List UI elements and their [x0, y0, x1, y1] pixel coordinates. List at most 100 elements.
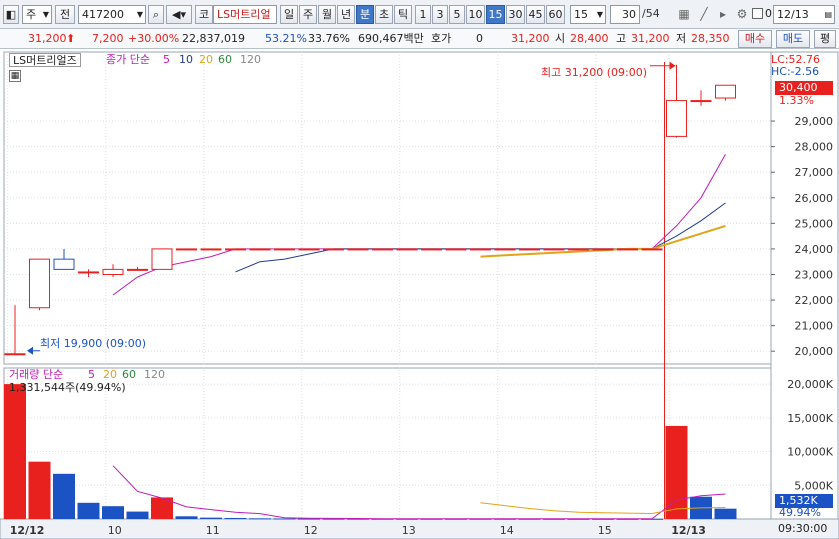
open-label: 시: [555, 32, 566, 45]
date-value: 12/13: [777, 8, 809, 21]
market-select-value: 주: [26, 8, 37, 21]
draw-line-icon[interactable]: ╱: [696, 6, 712, 22]
trade-amount: 690,467백만: [358, 32, 424, 45]
volume-bar: [273, 518, 296, 520]
candle-body: [274, 248, 295, 251]
candle-body: [151, 248, 173, 270]
vol-legend-ma5: 5: [88, 368, 95, 381]
code-input-value: 417200: [82, 8, 124, 21]
buy-button[interactable]: 매수: [738, 30, 772, 48]
search-button[interactable]: ⌕: [148, 5, 164, 24]
candle-body: [347, 248, 369, 251]
time-axis: [0, 518, 839, 539]
candle-body: [78, 271, 99, 274]
volume-bar: [200, 517, 222, 519]
minute-button-3[interactable]: 3: [432, 5, 448, 24]
candle-body: [617, 248, 638, 251]
current-price: 31,200: [28, 32, 67, 45]
period-button-분[interactable]: 분: [356, 5, 374, 24]
high-annotation: 최고 31,200 (09:00): [541, 66, 648, 79]
hc-label: HC:-2.56: [771, 65, 820, 78]
vol-legend-ma60: 60: [122, 368, 136, 381]
price-legend-label: 종가 단순: [106, 53, 150, 66]
up-arrow-icon: ⬆: [66, 32, 76, 45]
ask-price: 31,200: [511, 32, 550, 45]
minute-button-60[interactable]: 60: [546, 5, 565, 24]
price-tick-label: 24,000: [795, 243, 834, 256]
period-button-년[interactable]: 년: [337, 5, 355, 24]
type-label[interactable]: 코: [195, 5, 213, 24]
period-button-월[interactable]: 월: [318, 5, 336, 24]
date-input[interactable]: 12/13 ▤: [773, 5, 835, 24]
low-annotation: 최저 19,900 (09:00): [40, 337, 147, 350]
volume-bar: [126, 511, 149, 519]
candle-body: [53, 258, 75, 270]
candle-body: [298, 248, 320, 251]
period-button-틱[interactable]: 틱: [394, 5, 412, 24]
vol-legend-ma20: 20: [103, 368, 117, 381]
current-price-tag: 30,400: [775, 81, 833, 95]
time-label: 12/13: [671, 524, 706, 537]
pointer-icon[interactable]: ▸: [715, 6, 731, 22]
price-tick-label: 27,000: [795, 166, 834, 179]
candle-body: [421, 248, 442, 251]
minute-button-5[interactable]: 5: [449, 5, 465, 24]
minute-button-10[interactable]: 10: [466, 5, 485, 24]
volume-tick-label: 15,000K: [787, 412, 833, 425]
period-button-초[interactable]: 초: [375, 5, 393, 24]
candle-body: [29, 258, 50, 309]
price-volume-chart[interactable]: 20,000 21,000 22,000 23,000 24,000 25,000 26,0…: [0, 50, 839, 539]
candle-body: [127, 268, 148, 271]
sell-button[interactable]: 매도: [776, 30, 810, 48]
volume-bar: [77, 502, 100, 519]
time-label: 12/12: [10, 524, 45, 537]
price-tick-label: 28,000: [795, 141, 834, 154]
price-tick-label: 25,000: [795, 217, 834, 230]
candle-body: [494, 248, 516, 251]
minute-button-15[interactable]: 15: [486, 5, 505, 24]
price-panel: [3, 51, 772, 365]
eval-button[interactable]: 평: [814, 30, 836, 48]
candle-body: [4, 353, 26, 356]
calculator-icon[interactable]: ▦: [9, 70, 21, 82]
market-mode-button[interactable]: 전: [55, 5, 75, 24]
gear-icon[interactable]: ⚙: [734, 6, 750, 22]
time-label: 14: [500, 524, 514, 537]
current-time: 09:30:00: [778, 522, 828, 535]
minute-button-45[interactable]: 45: [526, 5, 545, 24]
market-select[interactable]: 주 ▼: [22, 5, 52, 24]
candle-body: [543, 248, 565, 251]
checkbox[interactable]: [752, 8, 763, 19]
period-button-일[interactable]: 일: [280, 5, 298, 24]
volume-bar: [102, 506, 124, 519]
low-label: 저: [676, 32, 687, 45]
candle-body: [568, 248, 589, 251]
candle-body: [372, 248, 393, 251]
legend-ma10: 10: [179, 53, 193, 66]
stock-name-tag[interactable]: LS머트리얼즈: [9, 53, 81, 67]
speaker-button[interactable]: ◀▾: [166, 5, 192, 24]
stock-name[interactable]: LS머트리얼: [213, 5, 277, 24]
ratio2: 33.76%: [308, 32, 350, 45]
search-icon: ⌕: [152, 8, 160, 21]
volume-bar: [53, 473, 75, 519]
low-price: 28,350: [691, 32, 730, 45]
minute-button-30[interactable]: 30: [506, 5, 525, 24]
high-price: 31,200: [631, 32, 670, 45]
interval-select[interactable]: 15 ▼: [570, 5, 606, 24]
interval-value: 15: [574, 8, 588, 21]
volume-bar: [224, 517, 247, 519]
candle-body: [445, 248, 467, 251]
code-input[interactable]: 417200 ▼: [78, 5, 146, 24]
volume-tick-label: 5,000K: [794, 479, 833, 492]
period-button-주[interactable]: 주: [299, 5, 317, 24]
count-input[interactable]: 30: [610, 5, 640, 24]
high-label: 고: [616, 32, 627, 45]
time-label: 13: [402, 524, 416, 537]
price-tick-label: 22,000: [795, 294, 834, 307]
volume-tick-label: 20,000K: [787, 378, 833, 391]
ask-label: 호가: [431, 32, 452, 45]
minute-button-1[interactable]: 1: [415, 5, 431, 24]
window-menu-icon[interactable]: ◧: [3, 5, 19, 24]
grid-icon[interactable]: ▦: [676, 6, 692, 22]
